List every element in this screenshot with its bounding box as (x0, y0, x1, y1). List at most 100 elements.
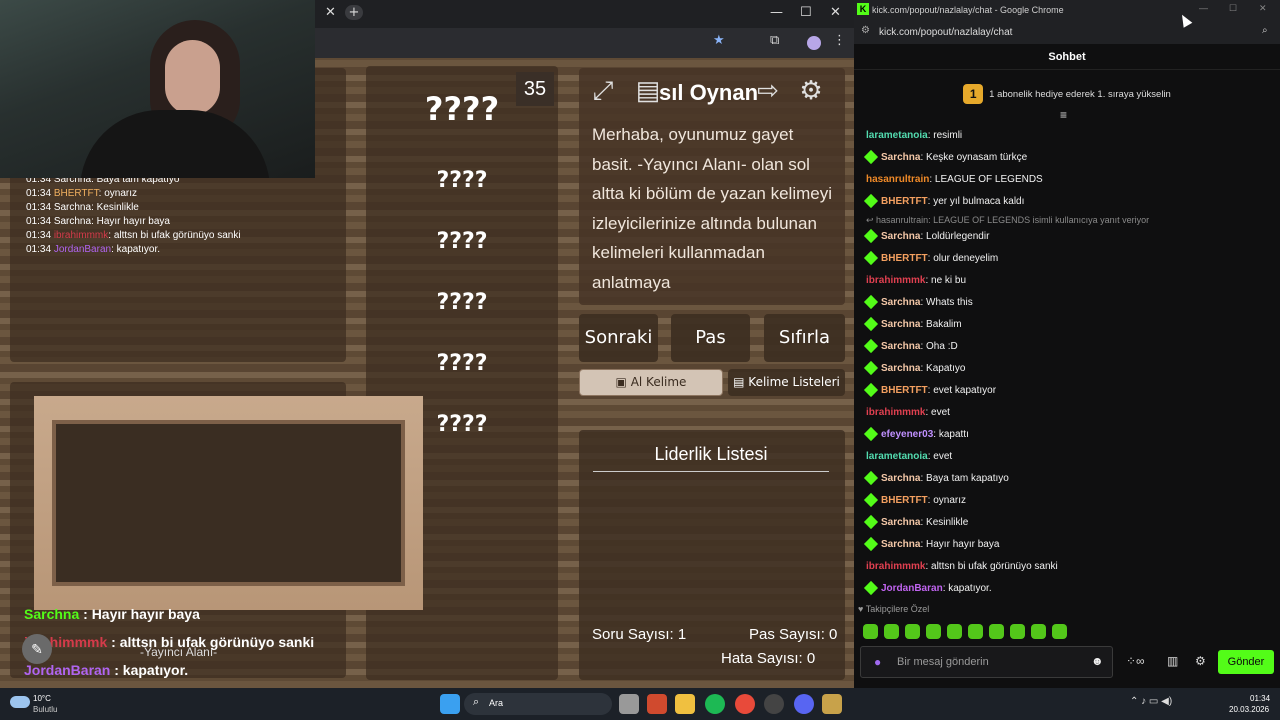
emote-icon[interactable] (884, 624, 899, 639)
site-settings-icon[interactable]: ⚙ (861, 25, 870, 36)
chat-message: Sarchna: Oha :D (863, 337, 1266, 359)
username[interactable]: Sarchna (881, 363, 920, 374)
message-text: : yer yıl bulmaca kaldı (927, 196, 1025, 207)
emote-bar[interactable] (863, 624, 1073, 644)
username[interactable]: Sarchna (881, 297, 920, 308)
username[interactable]: ibrahimmmk (866, 561, 925, 572)
message-text: : kapattı (933, 429, 969, 440)
pinned-gift-banner[interactable]: 1 1 abonelik hediye ederek 1. sıraya yüks… (854, 80, 1280, 122)
close-tab-icon[interactable]: ✕ (325, 5, 336, 20)
message-input[interactable]: ● Bir mesaj gönderin ☻ (860, 646, 1113, 678)
emoji-icon[interactable]: ☻ (1091, 654, 1104, 668)
new-tab-icon[interactable]: + (345, 5, 363, 20)
emote-icon[interactable] (926, 624, 941, 639)
next-button[interactable]: Sonraki (579, 314, 658, 362)
obs-icon[interactable] (764, 694, 784, 714)
emote-icon[interactable] (947, 624, 962, 639)
chat-message: Sarchna: Kesinlikle (863, 513, 1266, 535)
username[interactable]: Sarchna (881, 341, 920, 352)
chat-header: Sohbet (854, 44, 1280, 70)
spotify-icon[interactable] (705, 694, 725, 714)
word-lists-button[interactable]: ▤ Kelime Listeleri (728, 369, 845, 396)
message-text: : alttsn bi ufak görünüyo sanki (108, 230, 241, 241)
message-text: : resimli (927, 130, 963, 141)
exit-icon[interactable]: ⇨ (750, 72, 786, 108)
weather-icon[interactable] (10, 696, 30, 708)
username[interactable]: Sarchna (881, 319, 920, 330)
task-view-icon[interactable] (619, 694, 639, 714)
kick-logo-icon: K (857, 3, 869, 15)
close-window-icon[interactable]: ✕ (1259, 3, 1267, 14)
emote-icon[interactable] (968, 624, 983, 639)
discord-icon[interactable] (794, 694, 814, 714)
username[interactable]: efeyener03 (881, 429, 933, 440)
emote-icon[interactable] (989, 624, 1004, 639)
badge-icon (863, 361, 879, 376)
address-bar[interactable]: ⚙ kick.com/popout/nazlalay/chat ⌕ (854, 20, 1280, 44)
username: ibrahimmmk (53, 230, 109, 241)
chat-popout-window: K kick.com/popout/nazlalay/chat - Google… (854, 0, 1280, 688)
send-button[interactable]: Gönder (1218, 650, 1274, 674)
reset-button[interactable]: Sıfırla (764, 314, 845, 362)
extensions-icon[interactable]: ⧉ (770, 33, 779, 48)
fullscreen-icon[interactable]: ⤢ (585, 72, 621, 108)
username[interactable]: BHERTFT (881, 495, 928, 506)
minimize-icon[interactable]: — (770, 5, 783, 20)
username[interactable]: Sarchna (881, 473, 920, 484)
popout-titlebar: K kick.com/popout/nazlalay/chat - Google… (854, 0, 1280, 20)
zoom-icon[interactable]: ⌕ (1262, 25, 1268, 36)
emote-icon[interactable] (1031, 624, 1046, 639)
chrome-icon[interactable] (735, 694, 755, 714)
channel-points-icon[interactable]: ⁘∞ (1126, 654, 1145, 668)
pen-icon[interactable]: ✎ (22, 634, 52, 664)
close-window-icon[interactable]: ✕ (830, 5, 841, 20)
username[interactable]: BHERTFT (881, 253, 928, 264)
minimize-icon[interactable]: — (1199, 3, 1208, 13)
username[interactable]: larametanoia (866, 451, 928, 462)
username[interactable]: BHERTFT (881, 196, 928, 207)
badge-icon (863, 251, 879, 266)
taskbar-search[interactable]: ⌕ Ara (464, 693, 612, 715)
emote-icon[interactable] (1010, 624, 1025, 639)
username[interactable]: larametanoia (866, 130, 928, 141)
emote-icon[interactable] (863, 624, 878, 639)
document-icon[interactable]: ▤ (630, 72, 666, 108)
chat-messages: larametanoia: resimli Sarchna: Keşke oyna… (863, 126, 1266, 601)
username[interactable]: Sarchna (881, 231, 920, 242)
kebab-menu-icon[interactable]: ⋮ (833, 33, 846, 48)
emote-icon[interactable] (1052, 624, 1067, 639)
username[interactable]: JordanBaran (881, 583, 943, 594)
username[interactable]: hasanrultrain (866, 174, 929, 185)
tray-icons[interactable]: ⌃ ♪ ▭ ◀) (1130, 696, 1172, 707)
league-icon[interactable] (822, 694, 842, 714)
username[interactable]: Sarchna (881, 517, 920, 528)
pass-button[interactable]: Pas (671, 314, 750, 362)
mic-icon[interactable]: ● (874, 655, 881, 669)
message-time: 01:34 (26, 188, 54, 199)
question-count: Soru Sayısı: 1 (592, 626, 687, 643)
username[interactable]: BHERTFT (881, 385, 928, 396)
settings-gear-icon[interactable]: ⚙ (1195, 654, 1206, 668)
file-explorer-icon[interactable] (675, 694, 695, 714)
store-icon[interactable]: ▥ (1167, 654, 1178, 668)
username[interactable]: Sarchna (881, 152, 920, 163)
username[interactable]: Sarchna (881, 539, 920, 550)
powerpoint-icon[interactable] (647, 694, 667, 714)
start-icon[interactable] (440, 694, 460, 714)
message-text: : Kesinlikle (920, 517, 969, 528)
username: JordanBaran (24, 662, 111, 678)
maximize-icon[interactable]: ☐ (1229, 3, 1237, 14)
get-word-button[interactable]: ▣ Al Kelime (579, 369, 723, 396)
gear-icon[interactable]: ⚙ (793, 72, 829, 108)
get-word-label: Al Kelime (630, 375, 687, 389)
message-text: : Baya tam kapatıyo (920, 473, 1009, 484)
username[interactable]: ibrahimmmk (866, 407, 925, 418)
overlay-chat-row: 01:34 Sarchna: Kesinlikle (26, 201, 241, 215)
badge-icon (863, 515, 879, 530)
bookmark-star-icon[interactable]: ★ (713, 33, 725, 48)
username: Sarchna (53, 202, 92, 213)
username[interactable]: ibrahimmmk (866, 275, 925, 286)
maximize-icon[interactable]: ☐ (800, 5, 812, 20)
profile-avatar[interactable] (807, 36, 821, 50)
emote-icon[interactable] (905, 624, 920, 639)
